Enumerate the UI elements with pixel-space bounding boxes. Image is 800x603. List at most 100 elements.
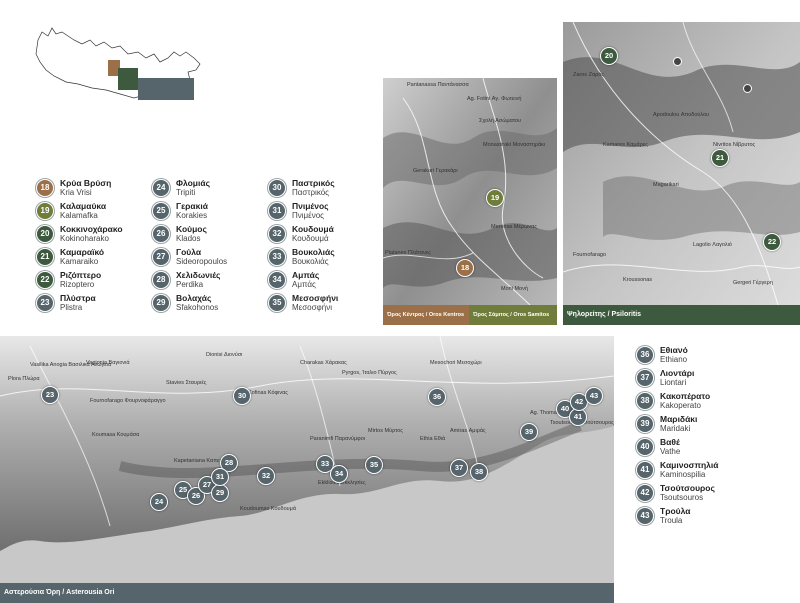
- legend-title: Τρούλα: [660, 506, 691, 516]
- terrain-kentros: [383, 78, 557, 325]
- legend-title: Καμινοσπηλιά: [660, 460, 719, 470]
- place-label: Ag. Thomas: [530, 410, 560, 416]
- place-label: Platanes Πλάτανες: [385, 250, 431, 256]
- legend-subtitle: Klados: [176, 234, 201, 243]
- legend-title: Χελιδωνιές: [176, 270, 221, 280]
- legend-subtitle: Παστρικός: [292, 188, 330, 197]
- marker-18[interactable]: 18: [456, 259, 474, 277]
- marker-37[interactable]: 37: [450, 459, 468, 477]
- marker-20[interactable]: 20: [600, 47, 618, 65]
- place-label: Pantanassa Παντάνασσα: [407, 82, 469, 88]
- legend-column-1: 18 Κρύα Βρύση Kria Vrisi 19 Καλαμαύκα Ka…: [36, 178, 156, 318]
- marker-31[interactable]: 31: [211, 468, 229, 486]
- marker-badge: 22: [36, 271, 54, 289]
- marker-badge: 28: [152, 271, 170, 289]
- marker-24[interactable]: 24: [150, 493, 168, 511]
- marker-29[interactable]: 29: [211, 484, 229, 502]
- marker-badge: 42: [636, 484, 654, 502]
- marker-badge: 43: [636, 507, 654, 525]
- place-label: Zaros Ζαρός: [573, 72, 604, 78]
- marker-badge: 39: [636, 415, 654, 433]
- marker-36[interactable]: 36: [428, 388, 446, 406]
- legend-subtitle: Πνιμένος: [292, 211, 325, 220]
- terrain-asterousia: [0, 336, 614, 603]
- map-psiloritis[interactable]: Zaros Ζαρός Kamares Καμάρες Nivritos Νίβ…: [563, 22, 800, 325]
- legend-subtitle: Kria Vrisi: [60, 188, 92, 197]
- marker-badge: 32: [268, 225, 286, 243]
- place-label: Pyrgos, Ίταλιο Πύργος: [342, 370, 397, 376]
- place-label: Moni Μονή: [501, 286, 528, 292]
- place-label: Magarikari: [653, 182, 679, 188]
- legend-title: Κούμος: [176, 224, 207, 234]
- legend-subtitle: Kalamafka: [60, 211, 98, 220]
- place-label: Dionisi Διονύσι: [206, 352, 243, 358]
- legend-subtitle: Plistra: [60, 303, 83, 312]
- legend-subtitle: Sfakohonos: [176, 303, 219, 312]
- place-label: Gergeri Γέργερη: [733, 280, 773, 286]
- marker-badge: 24: [152, 179, 170, 197]
- place-label: Σχολή Ασώματου: [479, 118, 521, 124]
- overview-region-slate: [138, 78, 194, 100]
- marker-39[interactable]: 39: [520, 423, 538, 441]
- legend-title: Κρύα Βρύση: [60, 178, 112, 188]
- legend-subtitle: Perdika: [176, 280, 204, 289]
- place-label: Ag. Fotini Αγ. Φωτεινή: [467, 96, 522, 102]
- marker-32[interactable]: 32: [257, 467, 275, 485]
- legend-title: Φλομιάς: [176, 178, 210, 188]
- legend-title: Κουδουμά: [292, 224, 334, 234]
- place-label: Vagionia Βαγιονιά: [86, 360, 130, 366]
- place-label: Nivritos Νίβρυτος: [713, 142, 756, 148]
- marker-badge: 20: [36, 225, 54, 243]
- marker-badge: 37: [636, 369, 654, 387]
- marker-22[interactable]: 22: [763, 233, 781, 251]
- marker-badge: 38: [636, 392, 654, 410]
- place-label: Koumasa Κουμάσα: [92, 432, 140, 438]
- marker-30[interactable]: 30: [233, 387, 251, 405]
- place-label: Kroussonas: [623, 277, 653, 283]
- legend-title: Ριζόπτερο: [60, 270, 102, 280]
- marker-19[interactable]: 19: [486, 189, 504, 207]
- map-asterousia[interactable]: Vasilika Anogia Βασιλικά Ανώγεια Vagioni…: [0, 336, 614, 603]
- place-label: Charakas Χάρακας: [300, 360, 347, 366]
- marker-badge: 25: [152, 202, 170, 220]
- legend-subtitle: Troula: [660, 516, 683, 525]
- marker-21[interactable]: 21: [711, 149, 729, 167]
- marker-badge: 19: [36, 202, 54, 220]
- legend-title: Βουκολιάς: [292, 247, 335, 257]
- marker-badge: 30: [268, 179, 286, 197]
- marker-badge: 18: [36, 179, 54, 197]
- marker-badge: 34: [268, 271, 286, 289]
- map-caption-asterousia: Αστερούσια Όρη / Asterousia Ori: [0, 583, 614, 603]
- place-label: Mirtos Μύρτος: [368, 428, 403, 434]
- legend-subtitle: Vathe: [660, 447, 681, 456]
- place-label: Koudoumas Κουδουμά: [240, 506, 297, 512]
- legend-subtitle: Tripiti: [176, 188, 196, 197]
- marker-badge: 40: [636, 438, 654, 456]
- legend-title: Βαθέ: [660, 437, 680, 447]
- crete-overview-map: [35, 27, 201, 100]
- marker-badge: 23: [36, 294, 54, 312]
- legend-title: Κοκκινοχάρακο: [60, 224, 123, 234]
- legend-subtitle: Κουδουμά: [292, 234, 329, 243]
- marker-badge: 35: [268, 294, 286, 312]
- legend-title: Αμπάς: [292, 270, 320, 280]
- map-kentros-samitos[interactable]: Pantanassa Παντάνασσα Ag. Fotini Αγ. Φωτ…: [383, 78, 557, 325]
- legend-subtitle: Μεσοσφήνι: [292, 303, 332, 312]
- marker-38[interactable]: 38: [470, 463, 488, 481]
- legend-title: Κακοπέρατο: [660, 391, 711, 401]
- legend-subtitle: Kakoperato: [660, 401, 701, 410]
- legend-subtitle: Sideoropoulos: [176, 257, 228, 266]
- legend-subtitle: Tsoutsouros: [660, 493, 704, 502]
- legend-title: Εθιανό: [660, 345, 688, 355]
- legend-title: Λιοντάρι: [660, 368, 695, 378]
- place-label: Kamares Καμάρες: [603, 142, 648, 148]
- legend-title: Γερακιά: [176, 201, 208, 211]
- legend-title: Πνιμένος: [292, 201, 329, 211]
- place-label: Amiras Αμιράς: [450, 428, 486, 434]
- marker-43[interactable]: 43: [585, 387, 603, 405]
- marker-34[interactable]: 34: [330, 465, 348, 483]
- marker-35[interactable]: 35: [365, 456, 383, 474]
- legend-title: Τσούτσουρος: [660, 483, 715, 493]
- legend-subtitle: Kaminospilia: [660, 470, 706, 479]
- marker-23[interactable]: 23: [41, 386, 59, 404]
